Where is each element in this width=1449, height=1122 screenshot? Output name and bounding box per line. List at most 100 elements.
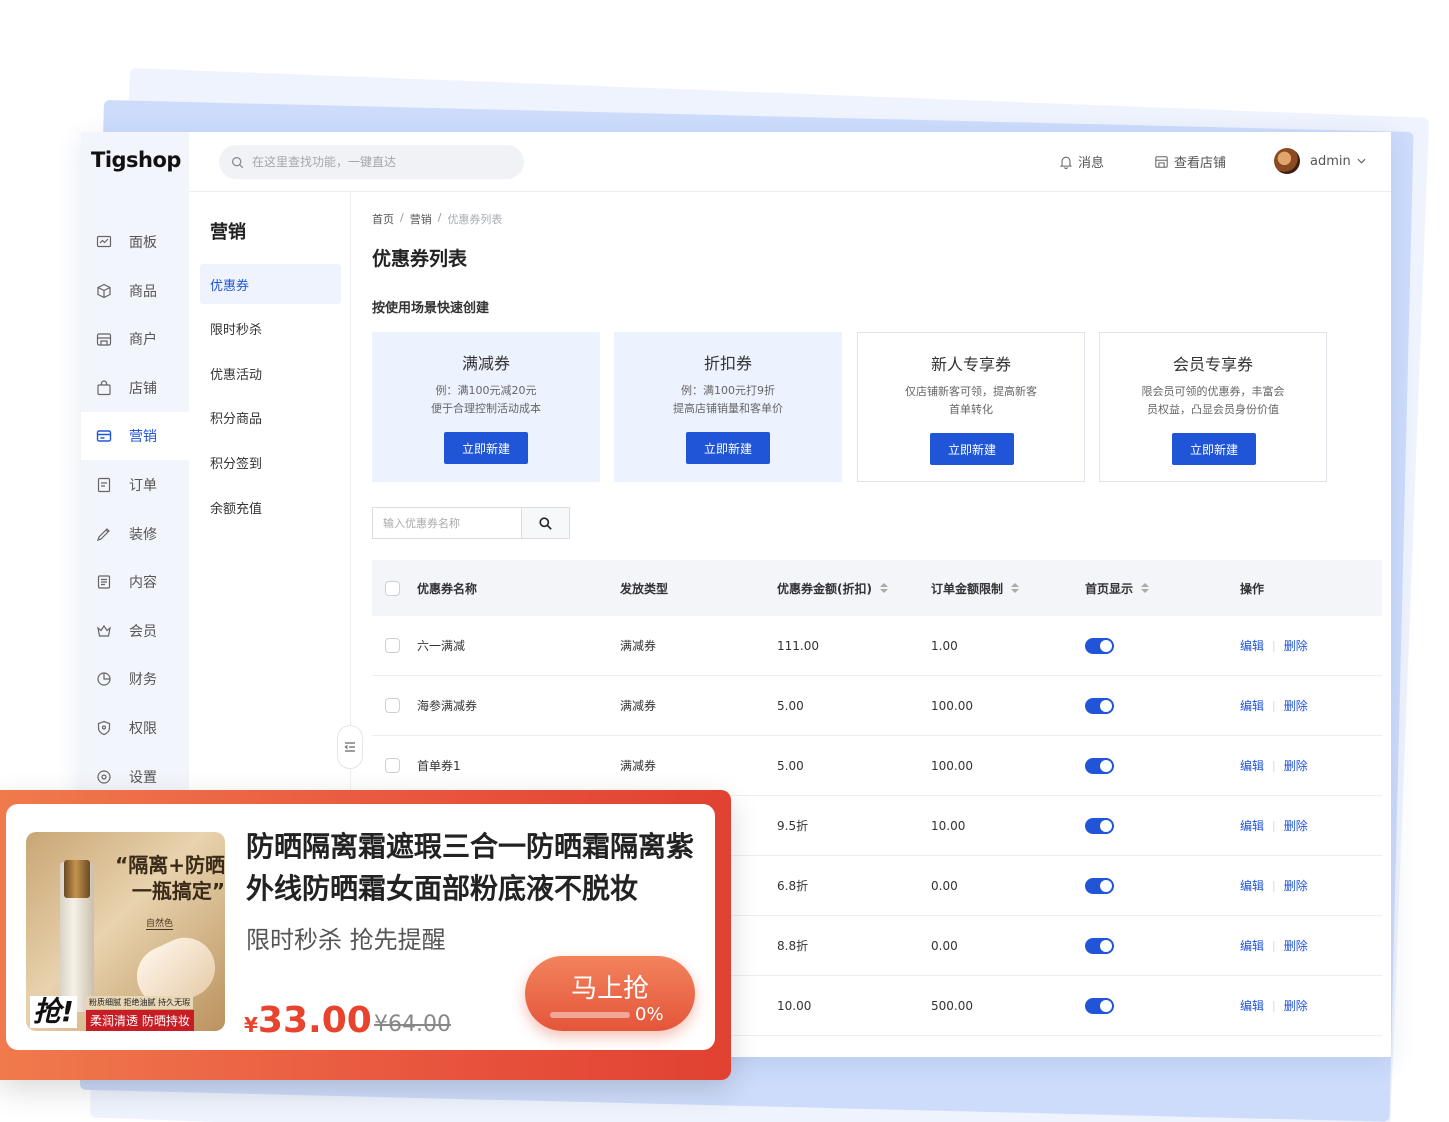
breadcrumb-marketing[interactable]: 营销 xyxy=(410,211,432,227)
sort-icon[interactable] xyxy=(1141,583,1150,593)
top-header: 消息 查看店铺 admin xyxy=(189,132,1391,192)
row-checkbox[interactable] xyxy=(385,638,400,653)
messages-button[interactable]: 消息 xyxy=(1059,152,1104,171)
sort-icon[interactable] xyxy=(879,583,888,593)
quick-card-desc: 仅店铺新客可领，提高新客 首单转化 xyxy=(858,383,1084,419)
edit-link[interactable]: 编辑 xyxy=(1240,937,1264,954)
breadcrumb-home[interactable]: 首页 xyxy=(372,211,394,227)
sidebar-item-3[interactable]: 店铺 xyxy=(81,364,189,412)
cell-home xyxy=(1085,997,1114,1014)
sidebar-item-7[interactable]: 内容 xyxy=(81,558,189,606)
col-header-amount[interactable]: 优惠券金额(折扣) xyxy=(777,580,888,597)
cell-amount: 9.5折 xyxy=(777,819,809,833)
dashboard-icon xyxy=(95,233,113,251)
sidebar-item-label: 装修 xyxy=(129,526,157,543)
home-display-toggle[interactable] xyxy=(1085,697,1114,714)
bell-icon xyxy=(1060,156,1072,169)
sidebar-item-label: 订单 xyxy=(129,478,157,494)
sidebar-item-9[interactable]: 财务 xyxy=(81,655,189,703)
create-now-button[interactable]: 立即新建 xyxy=(1172,433,1256,465)
product-bottle xyxy=(60,860,94,1012)
quick-card-desc-line: 员权益，凸显会员身份价值 xyxy=(1147,403,1279,416)
search-button[interactable] xyxy=(521,508,569,538)
quick-card-desc-line: 限会员可领的优惠券，丰富会 xyxy=(1141,385,1285,398)
edit-link[interactable]: 编辑 xyxy=(1240,637,1264,654)
col-header-limit[interactable]: 订单金额限制 xyxy=(931,580,1020,597)
sale-progress-bar xyxy=(550,1012,630,1018)
sidebar-item-4[interactable]: 营销 xyxy=(81,412,189,461)
table-row[interactable]: 六一满减 满减券 111.00 1.00 编辑 | 删除 xyxy=(372,616,1382,676)
create-now-button[interactable]: 立即新建 xyxy=(930,433,1014,465)
table-row[interactable]: 海参满减券 满减券 5.00 100.00 编辑 | 删除 xyxy=(372,676,1382,736)
quick-card-desc: 例：满100元减20元 便于合理控制活动成本 xyxy=(372,382,600,418)
select-all-checkbox[interactable] xyxy=(385,580,400,596)
sidebar-item-1[interactable]: 商品 xyxy=(81,267,189,315)
delete-link[interactable]: 删除 xyxy=(1284,697,1308,714)
sidebar-item-label: 财务 xyxy=(129,672,157,689)
quick-create-card: 会员专享券 限会员可领的优惠券，丰富会 员权益，凸显会员身份价值 立即新建 xyxy=(1099,332,1327,482)
global-search[interactable] xyxy=(219,145,524,179)
home-display-toggle[interactable] xyxy=(1085,817,1114,834)
sidebar-item-0[interactable]: 面板 xyxy=(81,218,189,266)
coupon-name-input[interactable] xyxy=(373,508,521,538)
edit-link[interactable]: 编辑 xyxy=(1240,997,1264,1014)
delete-link[interactable]: 删除 xyxy=(1284,937,1308,954)
cell-name: 首单券1 xyxy=(417,759,461,773)
user-name: admin xyxy=(1310,153,1351,169)
edit-link[interactable]: 编辑 xyxy=(1240,757,1264,774)
home-display-toggle[interactable] xyxy=(1085,997,1114,1014)
merchant-icon xyxy=(95,330,113,348)
user-menu[interactable]: admin xyxy=(1274,148,1371,174)
coupon-filter xyxy=(372,507,570,539)
sidebar-item-2[interactable]: 商户 xyxy=(81,315,189,363)
home-display-toggle[interactable] xyxy=(1085,937,1114,954)
submenu-item-0[interactable]: 优惠券 xyxy=(200,264,341,304)
submenu-item-1[interactable]: 限时秒杀 xyxy=(200,309,341,349)
submenu-item-4[interactable]: 积分签到 xyxy=(200,442,341,482)
edit-link[interactable]: 编辑 xyxy=(1240,697,1264,714)
search-input[interactable] xyxy=(252,155,512,169)
delete-link[interactable]: 删除 xyxy=(1284,997,1308,1014)
edit-link[interactable]: 编辑 xyxy=(1240,877,1264,894)
cell-ops: 编辑 | 删除 xyxy=(1240,937,1308,954)
sidebar-item-10[interactable]: 权限 xyxy=(81,704,189,752)
product-image[interactable]: “隔离+防晒 一瓶搞定” 自然色 抢! 粉质细腻 拒绝油腻 持久无瑕 柔润清透 … xyxy=(26,832,225,1031)
product-title[interactable]: 防晒隔离霜遮瑕三合一防晒霜隔离紫外线防晒霜女面部粉底液不脱妆 xyxy=(246,826,706,910)
home-display-toggle[interactable] xyxy=(1085,637,1114,654)
delete-link[interactable]: 删除 xyxy=(1284,637,1308,654)
home-display-toggle[interactable] xyxy=(1085,877,1114,894)
table-row[interactable]: 首单券1 满减券 5.00 100.00 编辑 | 删除 xyxy=(372,736,1382,796)
submenu-item-5[interactable]: 余额充值 xyxy=(200,487,341,527)
delete-link[interactable]: 删除 xyxy=(1284,757,1308,774)
col-header-home[interactable]: 首页显示 xyxy=(1085,580,1150,597)
product-tag-small: 粉质细腻 拒绝油腻 持久无瑕 xyxy=(86,996,194,1009)
row-checkbox[interactable] xyxy=(385,758,400,773)
logo[interactable]: Tigshop xyxy=(91,148,181,172)
ops-separator: | xyxy=(1272,939,1276,952)
row-checkbox[interactable] xyxy=(385,698,400,713)
edit-link[interactable]: 编辑 xyxy=(1240,817,1264,834)
cell-amount: 5.00 xyxy=(777,698,804,713)
cell-home xyxy=(1085,757,1114,774)
sidebar-item-6[interactable]: 装修 xyxy=(81,510,189,558)
submenu-item-2[interactable]: 优惠活动 xyxy=(200,353,341,393)
ops-separator: | xyxy=(1272,879,1276,892)
delete-link[interactable]: 删除 xyxy=(1284,817,1308,834)
quick-card-desc-line: 首单转化 xyxy=(949,403,993,416)
submenu-item-3[interactable]: 积分商品 xyxy=(200,398,341,438)
home-display-toggle[interactable] xyxy=(1085,757,1114,774)
breadcrumb-current: 优惠券列表 xyxy=(447,213,503,226)
order-icon xyxy=(95,476,113,494)
sidebar-item-label: 内容 xyxy=(129,575,157,592)
sort-icon[interactable] xyxy=(1011,583,1020,593)
create-now-button[interactable]: 立即新建 xyxy=(686,432,770,464)
delete-link[interactable]: 删除 xyxy=(1284,877,1308,894)
cell-limit: 100.00 xyxy=(931,758,973,773)
buy-now-button[interactable]: 马上抢 0% xyxy=(525,956,695,1031)
sidebar-item-5[interactable]: 订单 xyxy=(81,461,189,509)
create-now-button[interactable]: 立即新建 xyxy=(444,432,528,464)
view-store-button[interactable]: 查看店铺 xyxy=(1154,152,1226,171)
sale-progress-label: 0% xyxy=(635,1004,664,1025)
sidebar-item-8[interactable]: 会员 xyxy=(81,607,189,655)
quick-card-title: 新人专享券 xyxy=(930,355,1011,374)
